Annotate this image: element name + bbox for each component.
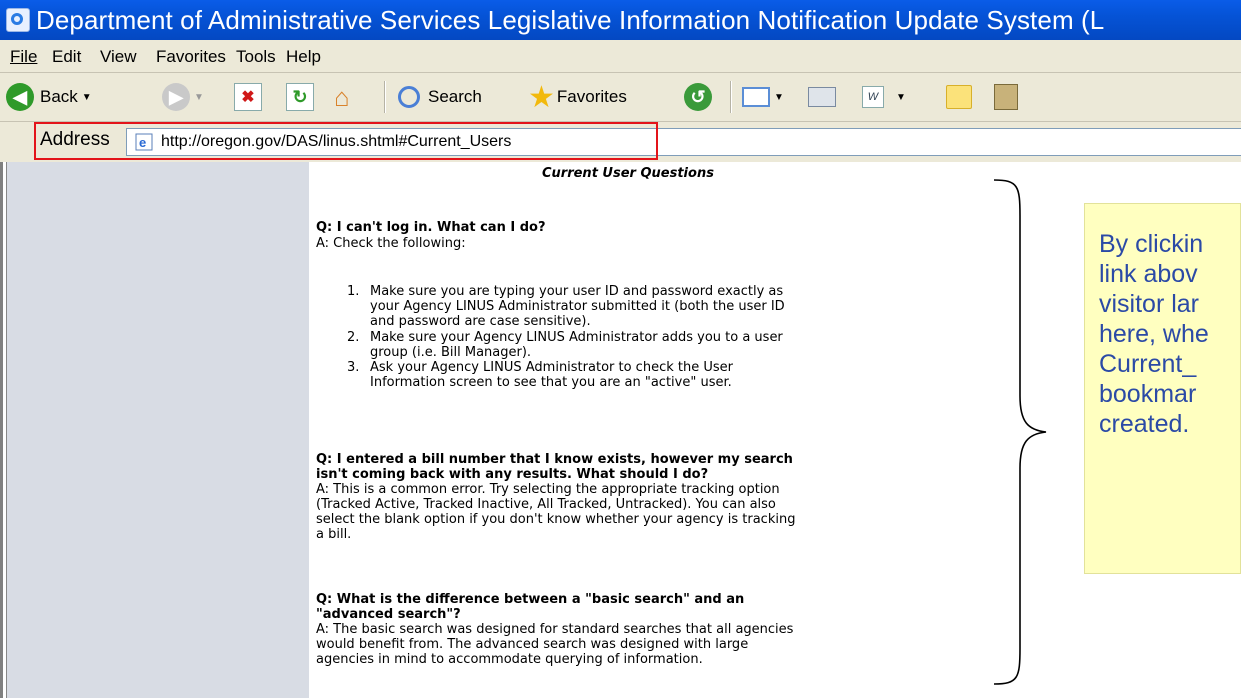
- list-item-line: and password are case sensitive).: [370, 314, 591, 329]
- history-icon: ↺: [684, 83, 712, 111]
- page-heading: Current User Questions: [542, 166, 714, 181]
- dropdown-arrow-icon: ▼: [896, 91, 906, 103]
- dropdown-arrow-icon: ▼: [81, 91, 92, 103]
- refresh-icon: ↻: [286, 83, 314, 111]
- highlight-box: [34, 122, 658, 160]
- menu-file[interactable]: File: [10, 47, 37, 67]
- toolbar-separator: [730, 81, 732, 113]
- menu-bar: File Edit View Favorites Tools Help: [0, 40, 1241, 73]
- toolbar: ◀ Back ▼ ▶ ▼ ✖ ↻ ⌂ Search ★ Favorites ↺: [0, 73, 1241, 122]
- list-item: Make sure your Agency LINUS Administrato…: [370, 330, 783, 360]
- callout-line: link abov: [1099, 260, 1198, 288]
- callout-line: visitor lar: [1099, 290, 1200, 318]
- forward-arrow-icon: ▶: [162, 83, 190, 111]
- question-line: "advanced search"?: [316, 607, 461, 622]
- favorites-label: Favorites: [556, 87, 627, 106]
- list-item: Make sure you are typing your user ID an…: [370, 284, 785, 329]
- mail-button[interactable]: ▼: [742, 81, 784, 113]
- star-icon: ★: [528, 80, 555, 114]
- menu-view[interactable]: View: [100, 47, 137, 67]
- books-icon: [994, 84, 1018, 110]
- callout-line: here, whe: [1099, 320, 1209, 348]
- ie-page-icon: [6, 8, 30, 32]
- print-icon: [808, 87, 836, 107]
- research-button[interactable]: [994, 81, 1018, 113]
- callout-line: Current_: [1099, 350, 1197, 378]
- search-icon: [398, 86, 420, 108]
- home-icon: ⌂: [334, 81, 350, 112]
- dropdown-arrow-icon: ▼: [194, 91, 204, 103]
- toolbar-separator: [384, 81, 386, 113]
- menu-edit[interactable]: Edit: [52, 47, 81, 67]
- forward-button[interactable]: ▶ ▼: [162, 81, 204, 113]
- callout-line: By clickin: [1099, 230, 1204, 258]
- stop-icon: ✖: [234, 83, 262, 111]
- dropdown-arrow-icon: ▼: [774, 91, 784, 103]
- answer-line: A: The basic search was designed for sta…: [316, 622, 794, 637]
- list-item-number: 1.: [347, 284, 360, 299]
- answer-line: a bill.: [316, 527, 352, 542]
- title-bar: Department of Administrative Services Le…: [0, 0, 1241, 40]
- menu-favorites-label: Favorites: [156, 47, 226, 66]
- back-button[interactable]: ◀ Back ▼: [6, 81, 92, 113]
- favorites-button[interactable]: ★ Favorites: [528, 80, 627, 114]
- search-label: Search: [428, 87, 482, 106]
- q1-answer: A: Check the following:: [316, 236, 466, 251]
- menu-favorites[interactable]: Favorites: [156, 47, 226, 67]
- stop-button[interactable]: ✖: [234, 81, 262, 113]
- window-title: Department of Administrative Services Le…: [36, 5, 1105, 35]
- browser-window: Department of Administrative Services Le…: [0, 0, 1241, 698]
- list-item: Ask your Agency LINUS Administrator to c…: [370, 360, 733, 390]
- menu-tools-label: Tools: [236, 47, 276, 66]
- list-item-line: your Agency LINUS Administrator submitte…: [370, 299, 785, 314]
- history-button[interactable]: ↺: [684, 81, 712, 113]
- menu-help-label: Help: [286, 47, 321, 66]
- mail-icon: [742, 87, 770, 107]
- discuss-button[interactable]: [946, 81, 972, 113]
- q3-answer: A: The basic search was designed for sta…: [316, 622, 793, 667]
- list-item-line: Make sure you are typing your user ID an…: [370, 284, 784, 299]
- answer-line: agencies in mind to accommodate querying…: [316, 652, 703, 667]
- menu-tools[interactable]: Tools: [236, 47, 276, 67]
- word-icon: W: [862, 86, 884, 108]
- answer-line: select the blank option if you don't kno…: [316, 512, 796, 527]
- question-line: Q: What is the difference between a "bas…: [316, 592, 745, 607]
- answer-line: A: This is a common error. Try selecting…: [316, 482, 780, 497]
- menu-view-label: View: [100, 47, 137, 66]
- refresh-button[interactable]: ↻: [286, 81, 314, 113]
- print-button[interactable]: [808, 81, 836, 113]
- menu-edit-label: Edit: [52, 47, 82, 66]
- callout-line: bookmar: [1099, 380, 1197, 408]
- list-item-line: Information screen to see that you are a…: [370, 375, 732, 390]
- menu-file-label: File: [10, 47, 38, 66]
- q3-question: Q: What is the difference between a "bas…: [316, 592, 744, 622]
- question-line: isn't coming back with any results. What…: [316, 467, 709, 482]
- callout-line: created.: [1099, 410, 1190, 438]
- home-button[interactable]: ⌂: [334, 81, 350, 113]
- menu-help[interactable]: Help: [286, 47, 321, 67]
- list-item-line: Make sure your Agency LINUS Administrato…: [370, 330, 783, 345]
- brace-shape: [993, 179, 1047, 685]
- answer-line: (Tracked Active, Tracked Inactive, All T…: [316, 497, 776, 512]
- list-item-line: Ask your Agency LINUS Administrator to c…: [370, 360, 733, 375]
- edit-button[interactable]: W ▼: [862, 81, 906, 113]
- answer-line: would benefit from. The advanced search …: [316, 637, 749, 652]
- q2-answer: A: This is a common error. Try selecting…: [316, 482, 795, 542]
- window-border: [0, 162, 3, 698]
- side-panel: [6, 162, 309, 698]
- q1-question: Q: I can't log in. What can I do?: [316, 220, 546, 235]
- search-button[interactable]: Search: [398, 81, 482, 113]
- back-arrow-icon: ◀: [6, 83, 34, 111]
- callout-note: By clickin link abov visitor lar here, w…: [1084, 203, 1241, 574]
- list-item-line: group (i.e. Bill Manager).: [370, 345, 532, 360]
- q2-question: Q: I entered a bill number that I know e…: [316, 452, 793, 482]
- note-icon: [946, 85, 972, 109]
- list-item-number: 2.: [347, 330, 360, 345]
- list-item-number: 3.: [347, 360, 360, 375]
- back-label: Back: [40, 87, 78, 106]
- question-line: Q: I entered a bill number that I know e…: [316, 452, 793, 467]
